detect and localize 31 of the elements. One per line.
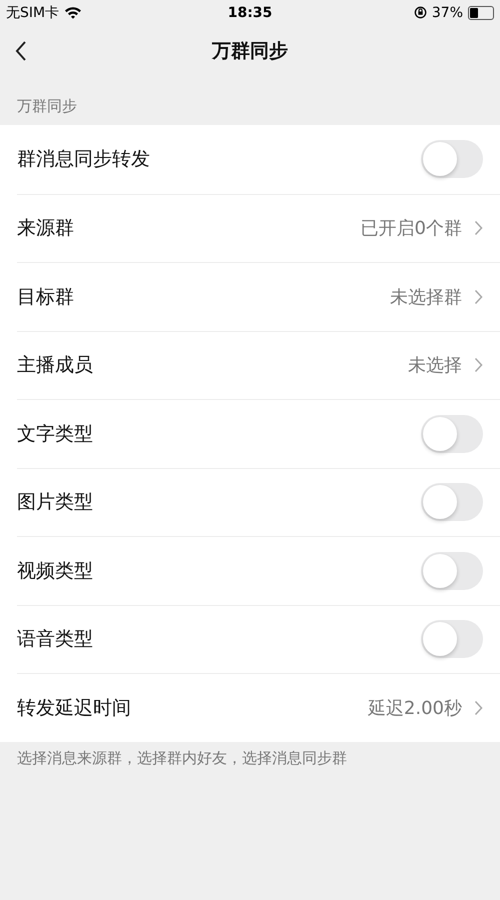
toggle-switch[interactable]: [421, 620, 483, 658]
toggle-switch[interactable]: [421, 414, 483, 453]
battery-icon: [468, 6, 494, 20]
row-label: 主播成员: [17, 353, 94, 378]
section-header: 万群同步: [16, 96, 78, 117]
row-label: 语音类型: [17, 627, 94, 652]
chevron-icon: [474, 357, 483, 374]
row-value[interactable]: 未选择群: [390, 284, 462, 309]
toggle-switch[interactable]: [421, 483, 483, 522]
row-label: 目标群: [17, 284, 75, 310]
row-label: 群消息同步转发: [17, 147, 151, 172]
row-label: 视频类型: [17, 558, 94, 584]
row-label: 文字类型: [17, 422, 94, 447]
row-label: 转发延迟时间: [17, 696, 132, 721]
chevron-icon: [474, 288, 483, 305]
carrier-text: 无SIM卡: [6, 4, 60, 22]
row-label: 来源群: [17, 216, 75, 242]
toggle-switch[interactable]: [421, 552, 483, 590]
row-value[interactable]: 延迟2.00秒: [368, 696, 462, 720]
wifi-icon: [64, 6, 82, 19]
section-footer: 选择消息来源群，选择群内好友，选择消息同步群: [0, 742, 500, 774]
row-value[interactable]: 未选择: [408, 353, 462, 378]
toggle-switch[interactable]: [421, 140, 483, 178]
page-title: 万群同步: [212, 39, 288, 64]
row-value[interactable]: 已开启0个群: [360, 216, 462, 240]
clock-text: 18:35: [228, 4, 272, 20]
chevron-icon: [474, 700, 483, 716]
rotation-lock-icon: [414, 6, 427, 19]
row-label: 图片类型: [17, 490, 94, 516]
chevron-icon: [474, 220, 483, 236]
battery-percent: 37%: [432, 4, 463, 20]
